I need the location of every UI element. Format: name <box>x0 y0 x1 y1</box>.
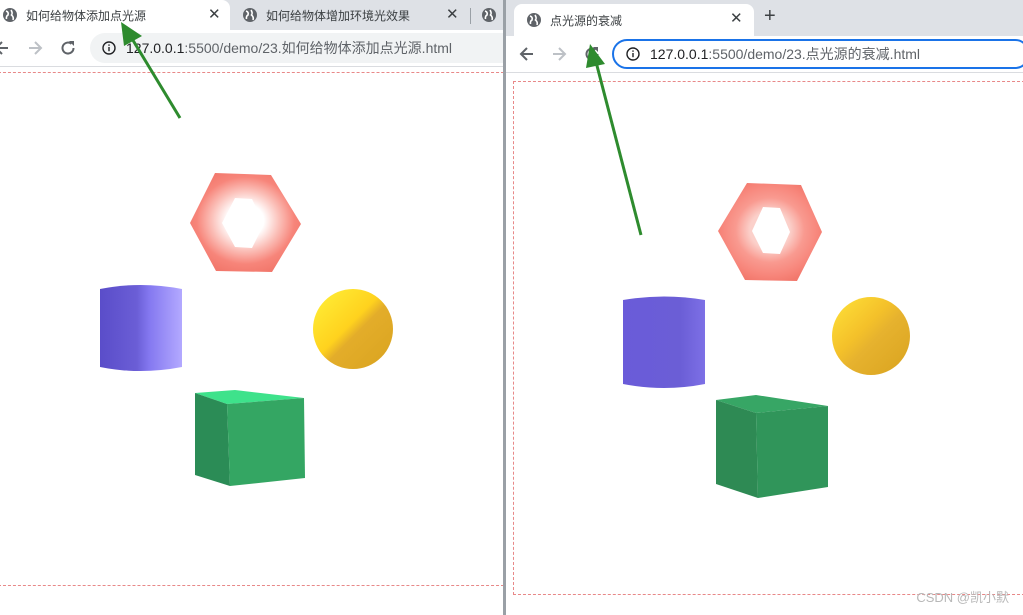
tab-title: 如何给物体添加点光源 <box>26 8 147 23</box>
info-icon[interactable] <box>626 47 640 61</box>
cube-shape <box>716 395 828 498</box>
tab-strip: 点光源的衰减 ✕ + <box>506 0 1023 36</box>
watermark: CSDN @凯小默 <box>916 590 1009 605</box>
address-bar[interactable]: 127.0.0.1:5500/demo/23.点光源的衰减.html <box>612 39 1023 69</box>
torus-shape <box>190 173 301 272</box>
webgl-canvas[interactable] <box>0 72 503 586</box>
torus-shape <box>718 183 822 281</box>
toolbar: 127.0.0.1:5500/demo/23.点光源的衰减.html <box>506 36 1023 73</box>
tab-point-light-decay[interactable]: 点光源的衰减 ✕ <box>514 4 754 36</box>
scene-graphic <box>623 183 910 498</box>
webgl-canvas[interactable] <box>513 81 1023 595</box>
reload-icon[interactable] <box>582 44 602 64</box>
address-bar[interactable]: 127.0.0.1:5500/demo/23.如何给物体添加点光源.html <box>90 33 503 63</box>
reload-icon[interactable] <box>58 38 78 58</box>
left-browser-window: 如何给物体添加点光源 ✕ 如何给物体增加环境光效果 ✕ 127.0.0.1:55… <box>0 0 503 615</box>
sphere-shape <box>313 289 393 369</box>
tab-ambient-light[interactable]: 如何给物体增加环境光效果 ✕ <box>234 0 470 30</box>
url-text[interactable]: 127.0.0.1:5500/demo/23.如何给物体添加点光源.html <box>126 38 452 58</box>
globe-icon <box>242 7 258 23</box>
toolbar: 127.0.0.1:5500/demo/23.如何给物体添加点光源.html <box>0 30 503 67</box>
globe-icon <box>526 12 542 28</box>
tab-point-light[interactable]: 如何给物体添加点光源 ✕ <box>0 0 230 30</box>
back-arrow-icon[interactable] <box>0 38 12 58</box>
globe-icon <box>2 7 18 23</box>
tab-third[interactable] <box>474 0 503 30</box>
url-text[interactable]: 127.0.0.1:5500/demo/23.点光源的衰减.html <box>650 44 920 64</box>
info-icon[interactable] <box>102 41 116 55</box>
cylinder-shape <box>100 285 182 371</box>
tab-title: 点光源的衰减 <box>550 13 623 28</box>
sphere-shape <box>832 297 910 375</box>
scene-graphic <box>100 173 393 486</box>
forward-arrow-icon[interactable] <box>549 44 569 64</box>
tab-separator <box>470 8 471 24</box>
globe-icon <box>481 7 497 23</box>
forward-arrow-icon[interactable] <box>25 38 45 58</box>
close-icon[interactable]: ✕ <box>730 11 743 27</box>
back-arrow-icon[interactable] <box>517 44 537 64</box>
cylinder-shape <box>623 296 705 388</box>
close-icon[interactable]: ✕ <box>208 7 221 23</box>
close-icon[interactable]: ✕ <box>446 7 459 23</box>
right-browser-window: 点光源的衰减 ✕ + 127.0.0.1:5500/demo/23.点光源的衰减… <box>506 0 1023 615</box>
tab-title: 如何给物体增加环境光效果 <box>266 8 411 23</box>
plus-icon[interactable]: + <box>764 6 776 26</box>
tab-strip: 如何给物体添加点光源 ✕ 如何给物体增加环境光效果 ✕ <box>0 0 503 30</box>
cube-shape <box>195 390 305 486</box>
